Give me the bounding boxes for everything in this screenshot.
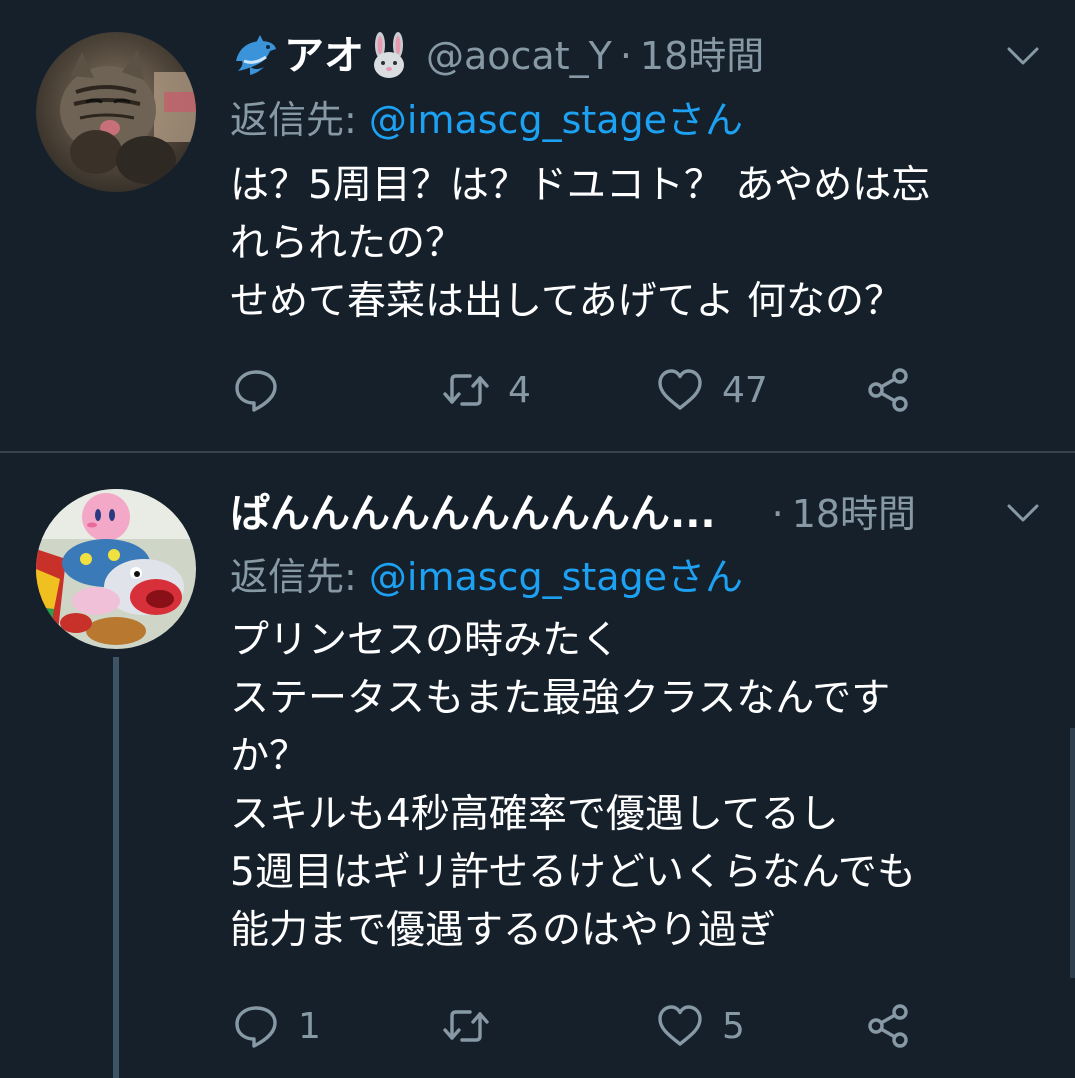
tweet-text: は？5周目？は？ドユコト？ あやめは忘 れられたの？ せめて春菜は出してあげてよ…: [230, 157, 1050, 331]
like-count: 5: [722, 1005, 745, 1047]
dolphin-emoji-icon: [236, 35, 276, 75]
thread-connector-line: [113, 657, 119, 1078]
chevron-down-icon[interactable]: [1003, 493, 1043, 533]
reply-button[interactable]: 1: [232, 1001, 321, 1051]
scrollbar[interactable]: [1070, 728, 1075, 978]
share-button[interactable]: [864, 1001, 912, 1051]
reply-icon: [235, 370, 277, 412]
tweet-text-line: スキルも4秒高確率で優遇してるし: [230, 792, 839, 837]
tweet-text-line: れられたの？: [230, 221, 465, 266]
tweet[interactable]: アオ @aocat_Y · 18時間 返信先: @imascg_stageさん …: [0, 0, 1075, 452]
tweet-text-line: は？5周目？は？ドユコト？ あやめは忘: [230, 163, 931, 208]
reply-icon: [235, 1006, 277, 1048]
tweet-timestamp[interactable]: 18時間: [640, 28, 764, 84]
tweet-text-line: 能力まで優遇するのはやり過ぎ: [230, 908, 777, 953]
separator-dot: ·: [771, 492, 784, 536]
tweet-text: プリンセスの時みたく ステータスもまた最強クラスなんです か？ スキルも4秒高確…: [230, 612, 1050, 960]
tweet-text-line: か？: [230, 734, 309, 779]
chevron-down-icon[interactable]: [1003, 36, 1043, 76]
share-button[interactable]: [864, 365, 912, 415]
retweet-button[interactable]: 4: [442, 365, 531, 415]
retweet-icon: [443, 374, 489, 406]
heart-icon: [658, 369, 702, 410]
separator-dot: ·: [619, 34, 632, 78]
user-handle[interactable]: @aocat_Y: [426, 28, 612, 84]
tweet-header: ぱんんんんんんんんんん... · 18時間: [230, 486, 1055, 542]
reply-mention-link[interactable]: @imascg_stageさん: [369, 555, 743, 599]
reply-mention-link[interactable]: @imascg_stageさん: [369, 98, 743, 142]
rabbit-face-emoji-icon: [374, 32, 404, 78]
reply-button[interactable]: [232, 365, 298, 415]
display-name[interactable]: ぱんんんんんんんんんん...: [230, 486, 716, 542]
tweet-actions: 1 5: [232, 1001, 952, 1051]
like-button[interactable]: 5: [656, 1001, 745, 1051]
heart-icon: [658, 1005, 702, 1046]
replying-to: 返信先: @imascg_stageさん: [230, 92, 743, 148]
like-count: 47: [722, 369, 768, 411]
tweet[interactable]: ぱんんんんんんんんんん... · 18時間 返信先: @imascg_stage…: [0, 453, 1075, 1078]
avatar[interactable]: [36, 32, 196, 192]
replying-to-label: 返信先:: [230, 98, 369, 142]
avatar[interactable]: [36, 489, 196, 649]
display-name[interactable]: アオ: [284, 28, 364, 84]
share-icon: [868, 1004, 908, 1048]
replying-to-label: 返信先:: [230, 555, 369, 599]
tweet-text-line: 5週目はギリ許せるけどいくらなんでも: [230, 850, 916, 895]
timeline: アオ @aocat_Y · 18時間 返信先: @imascg_stageさん …: [0, 0, 1075, 1078]
replying-to: 返信先: @imascg_stageさん: [230, 549, 743, 605]
like-button[interactable]: 47: [656, 365, 768, 415]
tweet-text-line: せめて春菜は出してあげてよ 何なの？: [230, 279, 904, 324]
share-icon: [868, 368, 908, 412]
reply-count: 1: [298, 1005, 321, 1047]
tweet-timestamp[interactable]: 18時間: [792, 486, 916, 542]
retweet-button[interactable]: [442, 1001, 508, 1051]
tweet-text-line: ステータスもまた最強クラスなんです: [230, 676, 891, 721]
tweet-header: アオ @aocat_Y · 18時間: [230, 28, 1055, 84]
tweet-text-line: プリンセスの時みたく: [230, 618, 621, 663]
tweet-actions: 4 47: [232, 365, 952, 415]
retweet-icon: [443, 1010, 489, 1042]
retweet-count: 4: [508, 369, 531, 411]
